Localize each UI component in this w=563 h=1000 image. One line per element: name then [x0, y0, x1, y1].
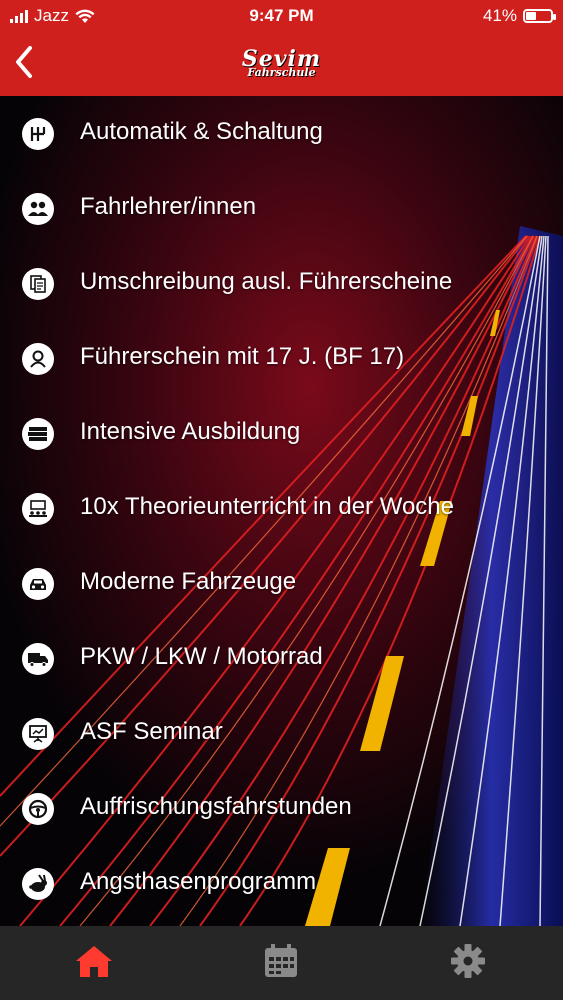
menu-item-intensive[interactable]: Intensive Ausbildung — [0, 404, 563, 464]
calendar-icon — [265, 944, 297, 977]
books-icon — [22, 418, 54, 450]
menu-item-label: 10x Theorieunterricht in der Woche — [80, 493, 454, 520]
menu-item-theorie[interactable]: 10x Theorieunterricht in der Woche — [0, 479, 563, 539]
menu-item-fahrlehrer[interactable]: Fahrlehrer/innen — [0, 179, 563, 239]
person-icon — [22, 343, 54, 375]
menu-item-label: Umschreibung ausl. Führerscheine — [80, 268, 453, 295]
menu-item-angsthasen[interactable]: Angsthasenprogramm — [0, 854, 563, 914]
people-icon — [22, 193, 54, 225]
tab-settings[interactable] — [438, 934, 498, 988]
documents-icon — [22, 268, 54, 300]
menu-item-fahrzeuge[interactable]: Moderne Fahrzeuge — [0, 554, 563, 614]
menu-item-label: Auffrischungsfahrstunden — [80, 793, 352, 820]
truck-icon — [22, 643, 54, 675]
menu-item-bf17[interactable]: Führerschein mit 17 J. (BF 17) — [0, 329, 563, 389]
menu-item-label: PKW / LKW / Motorrad — [80, 643, 323, 670]
menu-item-label: Automatik & Schaltung — [80, 118, 323, 145]
menu-item-label: Angsthasenprogramm — [80, 868, 317, 895]
settings-gear-icon — [451, 944, 485, 978]
brand-logo: Sevim Fahrschule — [0, 48, 563, 78]
menu-item-label: Intensive Ausbildung — [80, 418, 301, 445]
menu-item-label: Fahrlehrer/innen — [80, 193, 257, 220]
tab-bar — [0, 926, 563, 1000]
menu-item-automatik[interactable]: Automatik & Schaltung — [0, 104, 563, 164]
tab-home[interactable] — [64, 934, 124, 988]
car-icon — [22, 568, 54, 600]
battery-percent: 41% — [482, 6, 517, 25]
presentation-icon — [22, 718, 54, 750]
menu-item-auffrischung[interactable]: Auffrischungsfahrstunden — [0, 779, 563, 839]
tab-calendar[interactable] — [251, 934, 311, 988]
battery-icon — [523, 9, 556, 23]
menu-item-label: ASF Seminar — [80, 718, 223, 745]
gear-shift-icon — [22, 118, 54, 150]
menu-item-pkw-lkw[interactable]: PKW / LKW / Motorrad — [0, 629, 563, 689]
rabbit-icon — [22, 868, 54, 900]
logo-line2: Fahrschule — [247, 66, 316, 79]
menu-item-label: Moderne Fahrzeuge — [80, 568, 297, 595]
status-bar: Jazz 9:47 PM 41% — [0, 0, 563, 32]
steering-wheel-icon — [22, 793, 54, 825]
header-bar: Jazz 9:47 PM 41% Sevim Fahrschule — [0, 0, 563, 96]
menu-item-umschreibung[interactable]: Umschreibung ausl. Führerscheine — [0, 254, 563, 314]
home-icon — [76, 946, 112, 977]
menu-item-asf[interactable]: ASF Seminar — [0, 704, 563, 764]
status-time: 9:47 PM — [249, 6, 314, 25]
menu-item-label: Führerschein mit 17 J. (BF 17) — [80, 343, 405, 370]
classroom-icon — [22, 493, 54, 525]
